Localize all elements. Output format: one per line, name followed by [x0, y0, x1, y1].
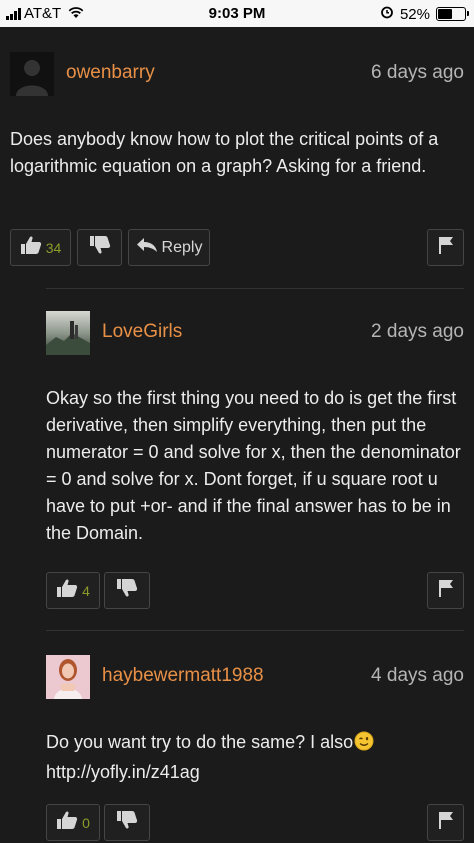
spam-link[interactable]: http://yofly.in/z41ag — [46, 762, 200, 782]
dislike-button[interactable] — [104, 572, 150, 609]
battery-icon — [436, 7, 469, 21]
avatar-lovegirls[interactable] — [46, 311, 90, 355]
wink-emoji-icon — [354, 731, 374, 759]
timestamp: 2 days ago — [371, 321, 464, 342]
like-count: 0 — [82, 814, 90, 831]
photo-avatar — [46, 311, 90, 355]
thumbs-down-icon — [116, 578, 138, 603]
thumbs-up-icon — [20, 235, 42, 260]
thumbs-up-icon — [56, 578, 78, 603]
battery-percent: 52% — [399, 5, 430, 23]
divider — [46, 630, 464, 631]
battery-fill — [438, 9, 452, 19]
timestamp: 4 days ago — [371, 665, 464, 686]
alarm-icon — [380, 5, 394, 23]
flag-button[interactable] — [427, 804, 464, 841]
flag-button[interactable] — [427, 229, 464, 266]
comment-body: Do you want try to do the same? I also — [46, 732, 354, 752]
like-button[interactable]: 34 — [10, 229, 71, 266]
username-lovegirls[interactable]: LoveGirls — [102, 321, 182, 343]
default-user-icon — [10, 52, 54, 96]
like-count: 34 — [45, 239, 62, 256]
dislike-button[interactable] — [77, 229, 122, 266]
flag-icon — [438, 579, 454, 602]
divider — [46, 288, 464, 289]
comment-text: Does anybody know how to plot the critic… — [10, 129, 439, 176]
dislike-button[interactable] — [104, 804, 150, 841]
flag-icon — [438, 236, 454, 259]
reply-button[interactable]: Reply — [128, 229, 210, 266]
like-button[interactable]: 4 — [46, 572, 100, 609]
flag-button[interactable] — [427, 572, 464, 609]
avatar-owenbarry[interactable] — [10, 52, 54, 96]
like-count: 4 — [82, 582, 90, 599]
timestamp: 6 days ago — [371, 62, 464, 83]
username-owenbarry[interactable]: owenbarry — [66, 62, 155, 84]
status-bar: AT&T 9:03 PM 52% — [0, 0, 474, 27]
thumbs-up-icon — [56, 810, 78, 835]
reply-arrow-icon — [136, 237, 158, 258]
thumbs-down-icon — [89, 235, 111, 260]
photo-avatar — [46, 655, 90, 699]
thumbs-down-icon — [116, 810, 138, 835]
username-haybewermatt1988[interactable]: haybewermatt1988 — [102, 665, 264, 687]
status-right: 52% — [380, 5, 469, 23]
avatar-haybewermatt1988[interactable] — [46, 655, 90, 699]
comment-text: Okay so the first thing you need to do i… — [46, 388, 461, 543]
like-button[interactable]: 0 — [46, 804, 100, 841]
flag-icon — [438, 811, 454, 834]
comment-text: Do you want try to do the same? I also h… — [46, 729, 466, 786]
reply-label: Reply — [161, 238, 203, 256]
